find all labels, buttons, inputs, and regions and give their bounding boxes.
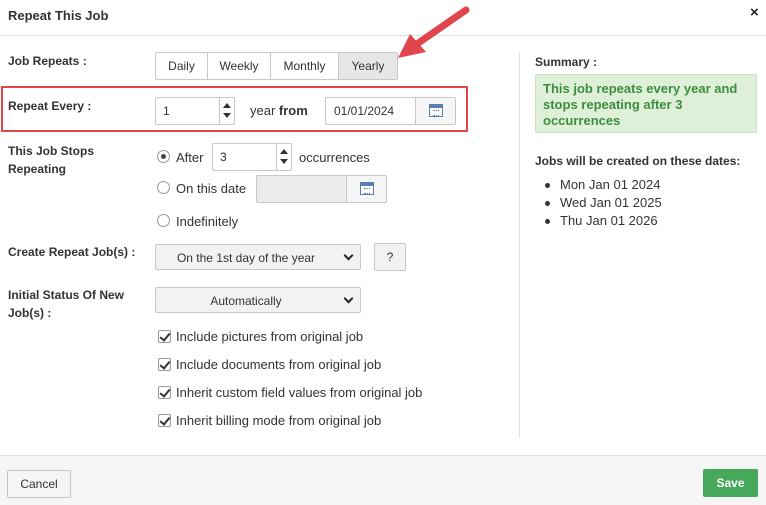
stepper-arrows[interactable]	[276, 144, 291, 170]
inherit-custom-fields-checkbox[interactable]	[158, 386, 171, 399]
list-item: Wed Jan 01 2025	[543, 194, 662, 212]
repeat-unit-text: year from	[250, 103, 308, 118]
help-button[interactable]: ?	[374, 243, 406, 271]
after-label: After	[176, 150, 204, 165]
include-pictures-label: Include pictures from original job	[176, 329, 364, 344]
dialog-footer: Cancel Save	[0, 455, 766, 505]
create-repeat-label: Create Repeat Job(s) :	[8, 245, 136, 259]
stops-label-line2: Repeating	[8, 162, 67, 176]
stops-after-radio[interactable]	[157, 150, 170, 163]
repeat-every-value: 1	[163, 104, 170, 118]
dialog-header: Repeat This Job ×	[0, 0, 766, 36]
arrow-up-icon[interactable]	[280, 149, 288, 154]
annotation-arrow-icon	[398, 6, 470, 58]
dates-list: Mon Jan 01 2024 Wed Jan 01 2025 Thu Jan …	[543, 176, 662, 230]
initial-status-label-line2: Job(s) :	[8, 306, 52, 320]
summary-label: Summary :	[535, 55, 598, 69]
from-label: from	[278, 103, 308, 118]
close-icon[interactable]: ×	[750, 4, 759, 21]
include-documents-checkbox[interactable]	[158, 358, 171, 371]
stop-date-calendar-button[interactable]	[346, 176, 386, 202]
occurrences-stepper[interactable]: 3	[212, 143, 292, 171]
stop-date-field[interactable]	[256, 175, 387, 203]
calendar-icon	[429, 104, 443, 117]
stops-label-line1: This Job Stops	[8, 144, 95, 158]
dialog-title: Repeat This Job	[8, 8, 109, 23]
repeat-job-dialog: Repeat This Job × Job Repeats : Daily We…	[0, 0, 766, 505]
arrow-down-icon[interactable]	[280, 159, 288, 164]
create-repeat-value: On the 1st day of the year	[176, 251, 316, 265]
from-date-field[interactable]: 01/01/2024	[325, 97, 456, 125]
arrow-up-icon[interactable]	[223, 103, 231, 108]
initial-status-label-line1: Initial Status Of New	[8, 288, 125, 302]
inherit-billing-mode-label: Inherit billing mode from original job	[176, 413, 382, 428]
daily-button[interactable]: Daily	[156, 53, 208, 79]
weekly-button[interactable]: Weekly	[208, 53, 271, 79]
job-repeats-segmented-control: Daily Weekly Monthly Yearly	[155, 52, 398, 80]
initial-status-value: Automatically	[210, 294, 282, 308]
list-item: Mon Jan 01 2024	[543, 176, 662, 194]
list-item: Thu Jan 01 2026	[543, 212, 662, 230]
calendar-icon	[360, 182, 374, 195]
summary-text: This job repeats every year and stops re…	[535, 74, 757, 133]
cancel-button[interactable]: Cancel	[7, 470, 71, 498]
chevron-down-icon	[343, 293, 354, 304]
include-pictures-checkbox[interactable]	[158, 330, 171, 343]
stepper-arrows[interactable]	[219, 98, 234, 124]
create-repeat-select[interactable]: On the 1st day of the year	[155, 244, 361, 270]
repeat-unit: year	[250, 103, 276, 118]
occurrences-value: 3	[220, 150, 227, 164]
repeat-every-label: Repeat Every :	[8, 99, 92, 113]
monthly-button[interactable]: Monthly	[271, 53, 339, 79]
from-date-calendar-button[interactable]	[415, 98, 455, 124]
chevron-down-icon	[343, 250, 354, 261]
yearly-button[interactable]: Yearly	[339, 53, 397, 79]
on-date-label: On this date	[176, 181, 247, 196]
column-divider	[519, 52, 520, 438]
job-repeats-label: Job Repeats :	[8, 54, 87, 68]
arrow-down-icon[interactable]	[223, 113, 231, 118]
include-documents-label: Include documents from original job	[176, 357, 382, 372]
inherit-custom-fields-label: Inherit custom field values from origina…	[176, 385, 423, 400]
dates-label: Jobs will be created on these dates:	[535, 154, 741, 168]
indefinitely-label: Indefinitely	[176, 214, 239, 229]
from-date-value: 01/01/2024	[334, 104, 395, 118]
initial-status-select[interactable]: Automatically	[155, 287, 361, 313]
save-button[interactable]: Save	[703, 469, 758, 497]
repeat-every-stepper[interactable]: 1	[155, 97, 235, 125]
occurrences-label: occurrences	[299, 150, 370, 165]
stops-indefinitely-radio[interactable]	[157, 214, 170, 227]
inherit-billing-mode-checkbox[interactable]	[158, 414, 171, 427]
stops-on-date-radio[interactable]	[157, 181, 170, 194]
